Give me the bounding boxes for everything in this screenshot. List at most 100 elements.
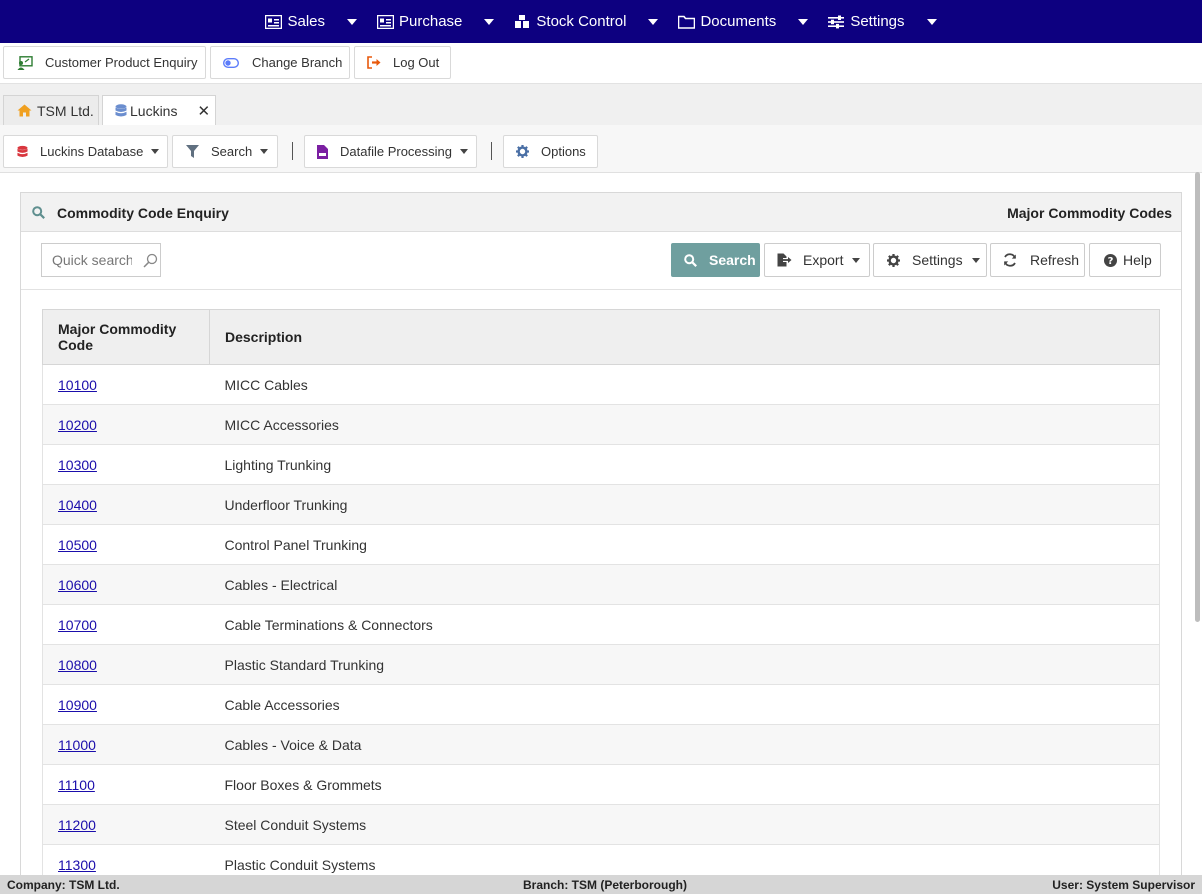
help-button[interactable]: ? Help — [1089, 243, 1161, 277]
options-button[interactable]: Options — [503, 135, 598, 168]
table-header-row: Major Commodity Code Description — [42, 309, 1160, 365]
commodity-code-cell: 10100 — [42, 364, 210, 405]
log-out-button[interactable]: Log Out — [354, 46, 451, 79]
panel-toolbar: Search Export Settings Refresh ? Help — [21, 232, 1181, 290]
search-dropdown[interactable]: Search — [172, 135, 278, 168]
search-dropdown-label: Search — [211, 144, 253, 159]
commodity-code-link[interactable]: 11100 — [58, 777, 95, 793]
settings-button[interactable]: Settings — [873, 243, 987, 277]
commodity-code-link[interactable]: 10600 — [58, 577, 97, 593]
commodity-code-link[interactable]: 10100 — [58, 377, 97, 393]
nav-purchase[interactable]: Purchase — [367, 0, 504, 43]
nav-settings[interactable]: Settings — [818, 0, 946, 43]
help-button-label: Help — [1123, 252, 1152, 268]
toggle-icon — [223, 57, 239, 68]
chevron-down-icon — [798, 18, 809, 25]
description-cell: Lighting Trunking — [209, 444, 1160, 485]
commodity-code-link[interactable]: 10400 — [58, 497, 97, 513]
refresh-icon — [1004, 253, 1016, 267]
description-cell: Floor Boxes & Grommets — [209, 764, 1160, 805]
nav-sales[interactable]: Sales — [255, 0, 367, 43]
status-company: Company: TSM Ltd. — [7, 878, 120, 892]
commodity-code-cell: 10600 — [42, 564, 210, 605]
change-branch-button[interactable]: Change Branch — [210, 46, 350, 79]
description-cell: Steel Conduit Systems — [209, 804, 1160, 845]
chevron-down-icon — [852, 257, 861, 263]
commodity-code-link[interactable]: 11200 — [58, 817, 96, 833]
sliders-icon — [828, 15, 845, 28]
log-out-label: Log Out — [393, 55, 440, 70]
nav-stock-control[interactable]: Stock Control — [504, 0, 668, 43]
commodity-code-cell: 10900 — [42, 684, 210, 725]
export-button[interactable]: Export — [764, 243, 870, 277]
nav-documents-label: Documents — [700, 13, 777, 30]
status-user: User: System Supervisor — [1052, 878, 1195, 892]
nav-stock-control-label: Stock Control — [536, 13, 627, 30]
chevron-down-icon — [151, 149, 160, 154]
table-row[interactable]: 10100 MICC Cables — [42, 364, 1160, 405]
tab-luckins-label: Luckins — [130, 103, 178, 119]
sign-out-icon — [367, 56, 381, 69]
table-row[interactable]: 10500 Control Panel Trunking — [42, 524, 1160, 565]
refresh-button[interactable]: Refresh — [990, 243, 1085, 277]
id-card-icon — [265, 14, 283, 29]
svg-text:?: ? — [1108, 256, 1114, 267]
table-row[interactable]: 11000 Cables - Voice & Data — [42, 724, 1160, 765]
commodity-code-cell: 11100 — [42, 764, 210, 805]
status-branch: Branch: TSM (Peterborough) — [523, 878, 687, 892]
description-cell: MICC Accessories — [209, 404, 1160, 445]
commodity-code-cell: 10500 — [42, 524, 210, 565]
search-icon — [684, 253, 697, 267]
panel-header: Commodity Code Enquiry Major Commodity C… — [21, 193, 1181, 232]
boxes-icon — [515, 14, 530, 28]
commodity-code-link[interactable]: 11300 — [58, 857, 96, 873]
table-row[interactable]: 10800 Plastic Standard Trunking — [42, 644, 1160, 685]
commodity-code-link[interactable]: 10800 — [58, 657, 97, 673]
commodity-code-link[interactable]: 10700 — [58, 617, 97, 633]
table-row[interactable]: 10300 Lighting Trunking — [42, 444, 1160, 485]
commodity-code-cell: 10200 — [42, 404, 210, 445]
description-cell: Cables - Voice & Data — [209, 724, 1160, 765]
table-row[interactable]: 10700 Cable Terminations & Connectors — [42, 604, 1160, 645]
table-row[interactable]: 11100 Floor Boxes & Grommets — [42, 764, 1160, 805]
table-row[interactable]: 11200 Steel Conduit Systems — [42, 804, 1160, 845]
description-cell: Cables - Electrical — [209, 564, 1160, 605]
table-row[interactable]: 10900 Cable Accessories — [42, 684, 1160, 725]
nav-documents[interactable]: Documents — [668, 0, 818, 43]
magnifier-icon[interactable] — [143, 253, 158, 268]
action-toolbar: Customer Product Enquiry Change Branch L… — [0, 43, 1202, 84]
column-header-description[interactable]: Description — [209, 309, 1160, 365]
table-row[interactable]: 10400 Underfloor Trunking — [42, 484, 1160, 525]
chevron-down-icon — [260, 149, 269, 154]
export-icon — [777, 253, 792, 267]
tab-tsm-ltd[interactable]: TSM Ltd. — [3, 95, 99, 125]
scrollbar[interactable] — [1195, 172, 1200, 622]
commodity-code-table: Major Commodity Code Description 10100 MI… — [42, 309, 1160, 885]
folder-icon — [678, 15, 696, 29]
table-row[interactable]: 10200 MICC Accessories — [42, 404, 1160, 445]
close-icon[interactable]: ✕ — [197, 102, 210, 120]
filter-icon — [186, 145, 199, 158]
commodity-code-link[interactable]: 10300 — [58, 457, 97, 473]
table-row[interactable]: 10600 Cables - Electrical — [42, 564, 1160, 605]
tab-tsm-ltd-label: TSM Ltd. — [37, 102, 94, 119]
commodity-code-link[interactable]: 10200 — [58, 417, 97, 433]
module-toolbar: Luckins Database Search Datafile Process… — [0, 125, 1202, 173]
commodity-code-link[interactable]: 10900 — [58, 697, 97, 713]
tab-luckins[interactable]: Luckins ✕ — [102, 95, 216, 126]
refresh-button-label: Refresh — [1030, 252, 1080, 268]
commodity-code-link[interactable]: 11000 — [58, 737, 96, 753]
toolbar-divider — [292, 142, 293, 160]
file-icon — [317, 144, 328, 159]
search-button[interactable]: Search — [671, 243, 760, 277]
home-icon — [17, 104, 32, 117]
column-header-code[interactable]: Major Commodity Code — [42, 309, 210, 365]
luckins-database-dropdown[interactable]: Luckins Database — [3, 135, 168, 168]
description-cell: Underfloor Trunking — [209, 484, 1160, 525]
customer-product-enquiry-button[interactable]: Customer Product Enquiry — [3, 46, 206, 79]
datafile-processing-dropdown[interactable]: Datafile Processing — [304, 135, 477, 168]
customer-product-enquiry-label: Customer Product Enquiry — [45, 55, 198, 70]
commodity-code-cell: 10400 — [42, 484, 210, 525]
nav-sales-label: Sales — [287, 13, 326, 30]
commodity-code-link[interactable]: 10500 — [58, 537, 97, 553]
